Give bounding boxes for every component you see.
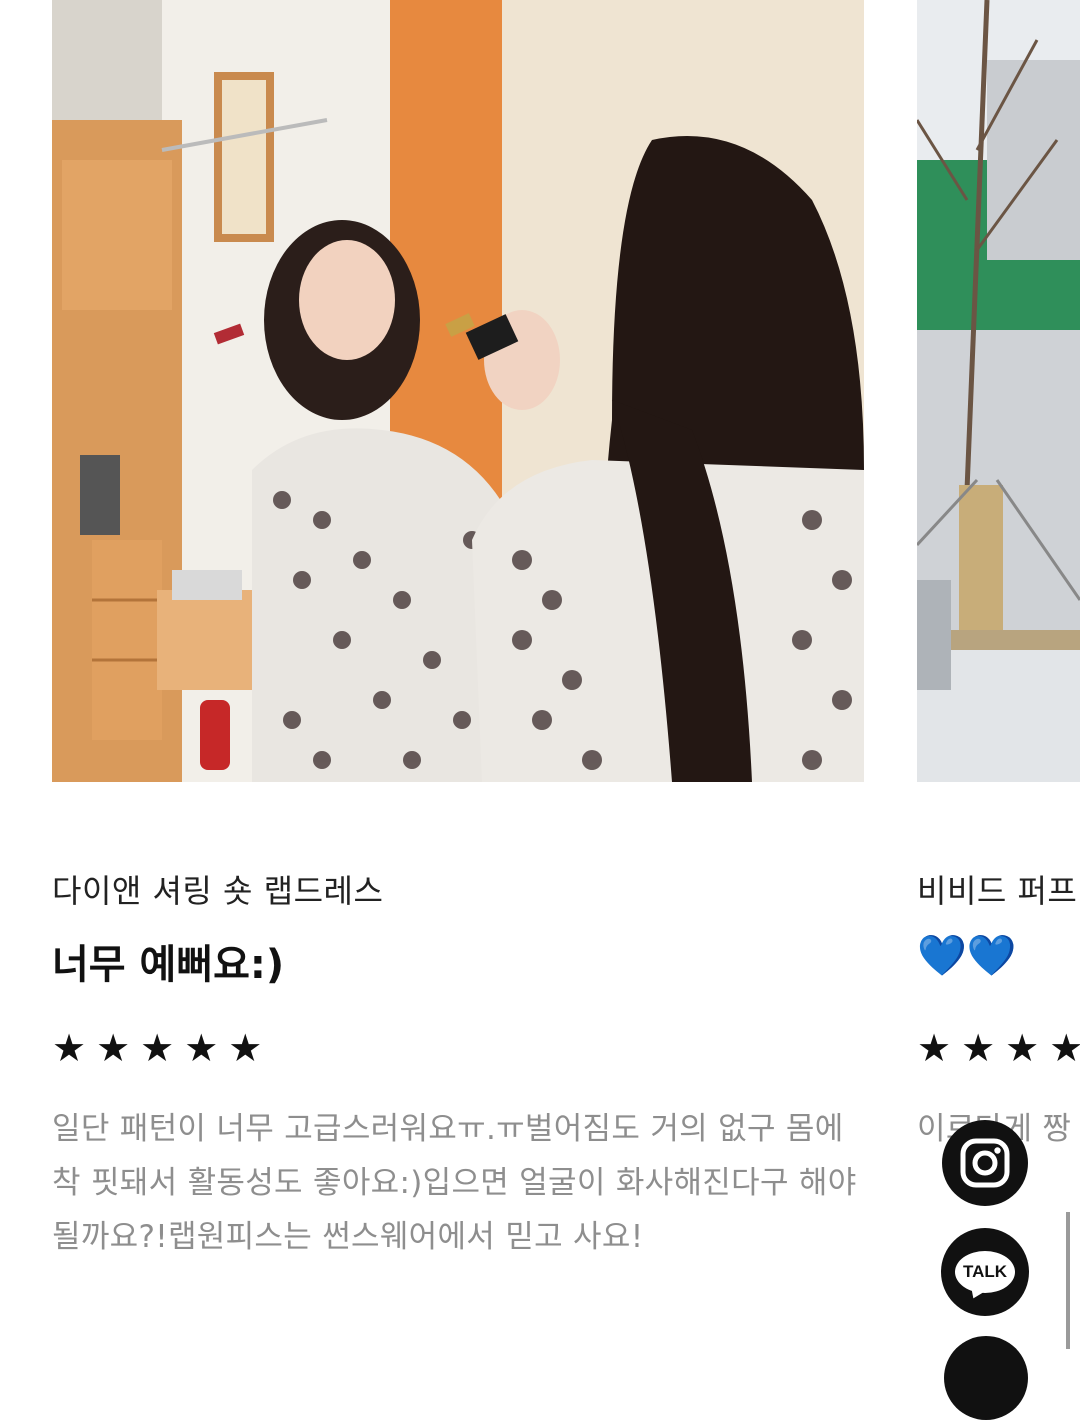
star-rating: ★★★★★ — [52, 1026, 273, 1070]
talk-bubble-icon: TALK — [955, 1251, 1015, 1293]
review-photo[interactable] — [917, 0, 1080, 782]
review-card[interactable]: 비비드 퍼프 💙💙 ★★★★ 이르다게 짱 화 비용💙 좋아요💙💙 — [917, 0, 1080, 1147]
product-name[interactable]: 다이앤 셔링 숏 랩드레스 — [52, 866, 383, 912]
review-text: 일단 패턴이 너무 고급스러워요ㅠ.ㅠ벌어짐도 거의 없구 몸에 착 핏돼서 활… — [52, 1111, 857, 1255]
talk-label: TALK — [962, 1262, 1008, 1281]
instagram-button[interactable] — [942, 1120, 1028, 1206]
instagram-icon — [960, 1138, 1010, 1188]
product-name[interactable]: 비비드 퍼프 — [917, 866, 1077, 912]
review-photo-illustration — [52, 0, 864, 782]
review-title: 💙💙 — [917, 933, 1017, 979]
kakao-talk-button[interactable]: TALK — [941, 1228, 1029, 1316]
review-card[interactable]: 다이앤 셔링 숏 랩드레스 너무 예뻐요:) ★★★★★ 일단 패턴이 너무 고… — [52, 0, 864, 1255]
review-title: 너무 예뻐요:) — [52, 942, 285, 988]
scrollbar[interactable] — [1066, 1212, 1070, 1349]
review-photo-illustration — [917, 0, 1080, 782]
review-photo[interactable] — [52, 0, 864, 782]
star-rating: ★★★★ — [917, 1026, 1080, 1070]
